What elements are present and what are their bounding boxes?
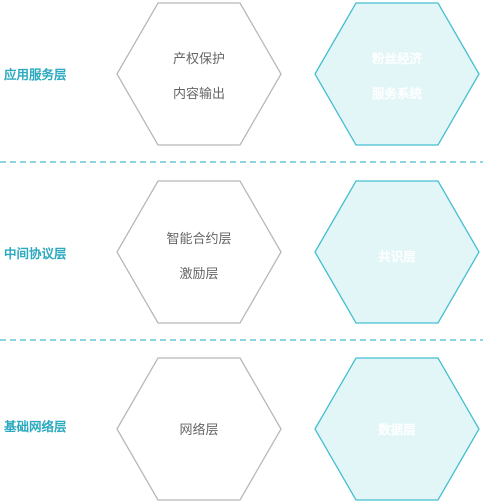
hex-right-text: 共识层 [378, 249, 416, 264]
hex-right-text: 粉丝经济 [372, 51, 423, 66]
layered-architecture-diagram: 应用服务层 产权保护 内容输出 粉丝经济 服务系统 中间协议层 智能合约层 激励… [0, 2, 483, 501]
hex-left-text: 网络层 [179, 422, 218, 438]
layer-label: 中间协议层 [4, 246, 67, 261]
hex-left-text: 产权保护 [173, 51, 225, 67]
layer-label: 基础网络层 [3, 419, 67, 434]
hex-right [314, 2, 480, 146]
hex-right-text: 数据层 [377, 422, 416, 437]
hex-left [116, 180, 282, 324]
hex-right-text: 服务系统 [372, 86, 423, 101]
hex-left-text: 内容输出 [173, 86, 225, 102]
layer-label: 应用服务层 [4, 67, 67, 82]
layer-base-network: 基础网络层 网络层 数据层 [3, 357, 480, 501]
hex-left [116, 2, 282, 146]
hex-left-text: 智能合约层 [166, 232, 231, 247]
hex-left-text: 激励层 [179, 267, 218, 282]
layer-middle-protocol: 中间协议层 智能合约层 激励层 共识层 [4, 180, 480, 324]
layer-application-service: 应用服务层 产权保护 内容输出 粉丝经济 服务系统 [4, 2, 480, 146]
